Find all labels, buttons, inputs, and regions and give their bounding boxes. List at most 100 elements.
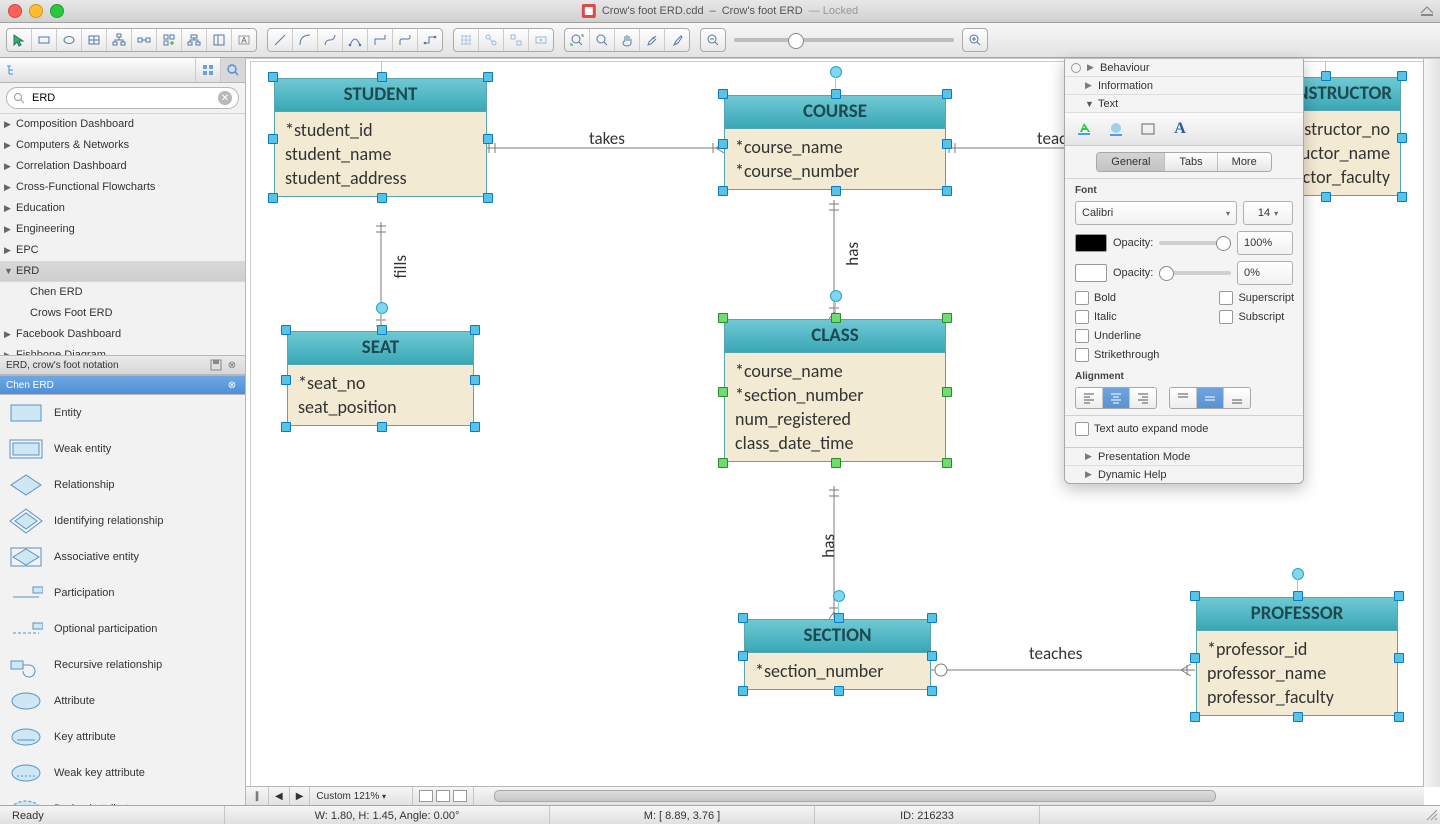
align-left[interactable] xyxy=(1076,388,1103,408)
grid-add-tool[interactable] xyxy=(157,29,182,51)
entity-class[interactable]: CLASS *course_name*section_numbernum_reg… xyxy=(724,319,946,462)
font-size-select[interactable]: 14▾ xyxy=(1243,201,1293,225)
close-stencil-active-icon[interactable]: ⊗ xyxy=(225,378,239,392)
zoom-out-button[interactable] xyxy=(700,28,726,52)
pan-tool[interactable] xyxy=(615,29,640,51)
strike-checkbox[interactable]: Strikethrough xyxy=(1075,348,1159,362)
close-stencil-icon[interactable]: ⊗ xyxy=(225,358,239,372)
text-color-icon[interactable] xyxy=(1105,118,1127,140)
valign-middle[interactable] xyxy=(1197,388,1224,408)
entity-seat[interactable]: SEAT *seat_noseat_position xyxy=(287,331,474,426)
panel-tab-more[interactable]: More xyxy=(1218,153,1271,171)
align-right[interactable] xyxy=(1130,388,1156,408)
tree-item[interactable]: ▼ERD xyxy=(0,261,245,282)
tree-item[interactable]: ▶Correlation Dashboard xyxy=(0,156,245,177)
opacity-value-2[interactable]: 0% xyxy=(1237,261,1293,285)
clear-search-button[interactable]: ✕ xyxy=(218,91,232,105)
align-center[interactable] xyxy=(1103,388,1130,408)
panel-row-information[interactable]: ▶Information xyxy=(1065,77,1303,95)
panel-row-text[interactable]: ▼Text xyxy=(1065,95,1303,113)
zoom-tool[interactable] xyxy=(590,29,615,51)
shape-item[interactable]: Weak entity xyxy=(0,431,245,467)
snap-grid-tool[interactable] xyxy=(454,29,479,51)
tree-item[interactable]: ▶Education xyxy=(0,198,245,219)
brush-tool[interactable] xyxy=(665,29,689,51)
bezier-tool[interactable] xyxy=(343,29,368,51)
text-underline-icon[interactable] xyxy=(1073,118,1095,140)
tree-item[interactable]: ▶Cross-Functional Flowcharts xyxy=(0,177,245,198)
sidebar-tab-grid[interactable] xyxy=(195,58,220,82)
panel-row-behaviour[interactable]: ▶Behaviour xyxy=(1065,59,1303,77)
entity-section[interactable]: SECTION *section_number xyxy=(744,619,931,690)
sidebar-tab-search[interactable] xyxy=(220,58,245,82)
ortho-tool[interactable] xyxy=(368,29,393,51)
opacity-value-1[interactable]: 100% xyxy=(1237,231,1293,255)
bold-checkbox[interactable]: Bold xyxy=(1075,291,1159,305)
tree-item[interactable]: ▶Engineering xyxy=(0,219,245,240)
text-box-icon[interactable] xyxy=(1137,118,1159,140)
zoom-slider-knob[interactable] xyxy=(788,33,804,49)
titlebar-corner-button[interactable] xyxy=(1420,4,1434,18)
hbar-prev[interactable]: ◀ xyxy=(269,787,290,805)
minimize-window-button[interactable] xyxy=(29,4,43,18)
search-input[interactable] xyxy=(30,91,213,105)
entity-course[interactable]: COURSE *course_name*course_number xyxy=(724,95,946,190)
h-scroll-track[interactable] xyxy=(474,787,1424,805)
panel-tab-tabs[interactable]: Tabs xyxy=(1165,153,1217,171)
snap-point-tool[interactable] xyxy=(529,29,553,51)
opacity-slider-1[interactable] xyxy=(1159,241,1231,245)
zoom-slider[interactable] xyxy=(734,38,954,42)
panel-row-help[interactable]: ▶Dynamic Help xyxy=(1065,466,1303,483)
entity-professor[interactable]: PROFESSOR *professor_idprofessor_namepro… xyxy=(1196,597,1398,716)
superscript-checkbox[interactable]: Superscript xyxy=(1219,291,1294,305)
zoom-window-button[interactable] xyxy=(50,4,64,18)
table-tool[interactable] xyxy=(82,29,107,51)
auto-expand-checkbox[interactable]: Text auto expand mode xyxy=(1075,422,1293,436)
shape-item[interactable]: Associative entity xyxy=(0,539,245,575)
round-tool[interactable] xyxy=(393,29,418,51)
zoom-in-button[interactable] xyxy=(962,28,988,52)
vertical-scrollbar[interactable] xyxy=(1423,59,1440,787)
line-tool[interactable] xyxy=(268,29,293,51)
shape-item[interactable]: Recursive relationship xyxy=(0,647,245,683)
org-tool[interactable] xyxy=(182,29,207,51)
curve-tool[interactable] xyxy=(318,29,343,51)
shape-item[interactable]: Relationship xyxy=(0,467,245,503)
tree-item[interactable]: Crows Foot ERD xyxy=(0,303,245,324)
zoom-readout[interactable]: Custom 121% ▾ xyxy=(310,787,413,805)
chain-tool[interactable] xyxy=(132,29,157,51)
close-window-button[interactable] xyxy=(8,4,22,18)
opacity-slider-2[interactable] xyxy=(1159,271,1231,275)
entity-student[interactable]: STUDENT *student_idstudent_namestudent_a… xyxy=(274,78,487,197)
page-thumbs[interactable] xyxy=(413,787,474,805)
smart-tool[interactable] xyxy=(418,29,442,51)
sidebar-tab-tree[interactable] xyxy=(0,58,24,82)
text-tool[interactable]: A xyxy=(232,29,256,51)
hbar-next[interactable]: ▶ xyxy=(290,787,311,805)
tree-item[interactable]: ▶Computers & Networks xyxy=(0,135,245,156)
valign-top[interactable] xyxy=(1170,388,1197,408)
swim-tool[interactable] xyxy=(207,29,232,51)
stencil-active[interactable]: Chen ERD ⊗ xyxy=(0,375,245,395)
shape-item[interactable]: Derived attribute xyxy=(0,791,245,805)
zoom-fit-tool[interactable] xyxy=(565,29,590,51)
shape-item[interactable]: Identifying relationship xyxy=(0,503,245,539)
text-bg-swatch[interactable] xyxy=(1075,264,1107,282)
text-fg-swatch[interactable] xyxy=(1075,234,1107,252)
shape-item[interactable]: Weak key attribute xyxy=(0,755,245,791)
tree-item[interactable]: Chen ERD xyxy=(0,282,245,303)
shape-item[interactable]: Entity xyxy=(0,395,245,431)
panel-tab-general[interactable]: General xyxy=(1097,153,1165,171)
hbar-handle[interactable]: ∥ xyxy=(246,787,269,805)
font-family-select[interactable]: Calibri▾ xyxy=(1075,201,1237,225)
tree-item[interactable]: ▶EPC xyxy=(0,240,245,261)
ellipse-tool[interactable] xyxy=(57,29,82,51)
resize-grip[interactable] xyxy=(1424,807,1438,821)
shape-item[interactable]: Attribute xyxy=(0,683,245,719)
valign-bottom[interactable] xyxy=(1224,388,1250,408)
tree-item[interactable]: ▶Fishbone Diagram xyxy=(0,345,245,355)
shape-item[interactable]: Participation xyxy=(0,575,245,611)
panel-row-presentation[interactable]: ▶Presentation Mode xyxy=(1065,447,1303,466)
snap-obj-tool[interactable] xyxy=(504,29,529,51)
stencil-header[interactable]: ERD, crow's foot notation ⊗ xyxy=(0,355,245,375)
